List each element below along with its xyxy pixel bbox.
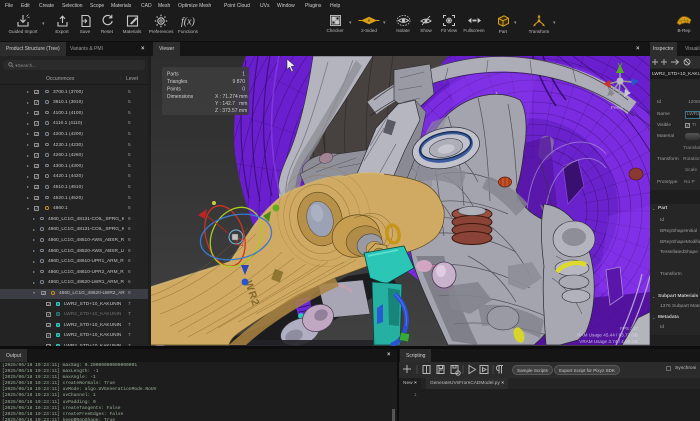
svg-text:Persp: Persp bbox=[611, 105, 623, 110]
svg-text:Y : 142.7 mm: Y : 142.7 mm bbox=[215, 101, 247, 107]
svg-text:Dimensions: Dimensions bbox=[167, 94, 194, 100]
svg-text:VRAM Usage 3.74 / 4.00 GB: VRAM Usage 3.74 / 4.00 GB bbox=[579, 339, 638, 344]
svg-text:Triangles: Triangles bbox=[167, 79, 188, 85]
svg-text:Points: Points bbox=[167, 87, 181, 93]
svg-text:9 870: 9 870 bbox=[232, 79, 245, 85]
svg-text:Parts: Parts bbox=[167, 72, 179, 78]
svg-text:X : 71.274 mm: X : 71.274 mm bbox=[215, 94, 248, 100]
svg-text:f(x): f(x) bbox=[181, 16, 196, 27]
svg-text:Z : 373.57 mm: Z : 373.57 mm bbox=[215, 108, 247, 114]
svg-text:0: 0 bbox=[242, 87, 245, 93]
svg-text:RAM Usage 45.44 / 63.73 GB: RAM Usage 45.44 / 63.73 GB bbox=[577, 333, 638, 338]
svg-text:1: 1 bbox=[242, 72, 245, 78]
svg-text:FPS : 17: FPS : 17 bbox=[620, 326, 638, 331]
